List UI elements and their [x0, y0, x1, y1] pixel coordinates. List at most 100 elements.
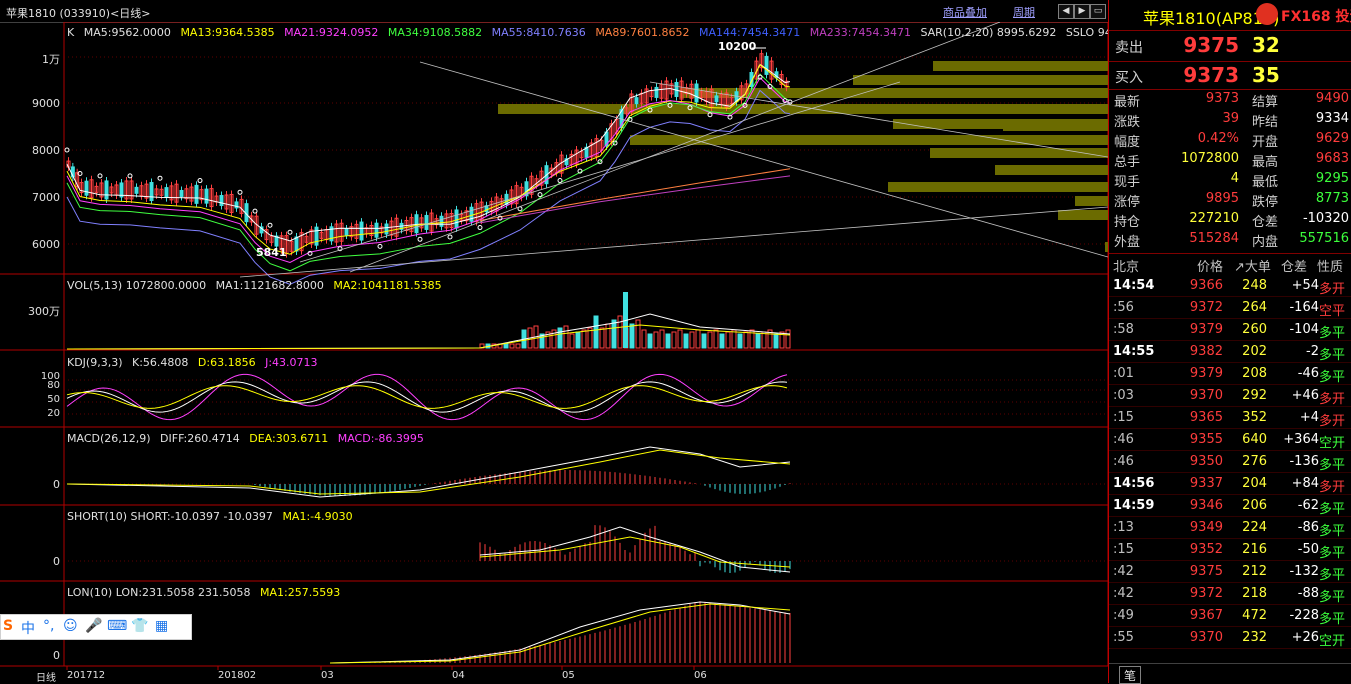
ime-toolbox-icon[interactable]: ▦ [155, 618, 168, 634]
short-ma1-label: MA1:-4.9030 [282, 510, 353, 523]
stat-value: 1072800 [1181, 151, 1239, 166]
tick-volume: 352 [1242, 410, 1267, 425]
x-axis-label: 201712 [67, 670, 106, 681]
low-annotation: 5841 [256, 246, 287, 259]
chart-toolbar: 苹果1810 (033910)<日线> 商品叠加 周期 ◀ ▶ ▭ [0, 0, 1108, 23]
k-label: K [67, 26, 75, 39]
macd-dea-label: DEA:303.6711 [249, 432, 329, 445]
stat-value: 9683 [1315, 151, 1349, 166]
tick-list[interactable]: 14:54 9366 248 +54 多开:56 9372 264 -164 空平:58 9379… [1109, 275, 1351, 650]
volume-bar [695, 329, 701, 349]
sar-dot [447, 234, 453, 240]
overlay-commodity-button[interactable]: 商品叠加 [943, 4, 987, 20]
tick-row[interactable]: :42 9375 212 -132 多平 [1109, 561, 1351, 583]
tick-row[interactable]: 14:54 9366 248 +54 多开 [1109, 275, 1351, 297]
chart-area[interactable]: K MA5:9562.0000 MA13:9364.5385 MA21:9324… [0, 22, 1136, 684]
price-axis-label: 1万 [42, 53, 60, 66]
tick-row[interactable]: :55 9370 232 +26 空开 [1109, 627, 1351, 649]
tick-price: 9379 [1189, 322, 1223, 337]
tick-row[interactable]: :49 9367 472 -228 多平 [1109, 605, 1351, 627]
restore-icon[interactable]: ▭ [1090, 4, 1106, 19]
tick-row[interactable]: :03 9370 292 +46 多开 [1109, 385, 1351, 407]
candle-body [164, 187, 169, 199]
ticks-header-price: 价格 [1197, 260, 1224, 275]
tick-row[interactable]: :46 9350 276 -136 多平 [1109, 451, 1351, 473]
stat-value: 8773 [1315, 191, 1349, 206]
stat-value: 227210 [1189, 211, 1239, 226]
tick-nature: 多平 [1319, 568, 1346, 583]
candle-body [694, 83, 699, 103]
volume-bar [563, 325, 569, 349]
tick-row[interactable]: :46 9355 640 +364 空开 [1109, 429, 1351, 451]
right-arrow-icon[interactable]: ▶ [1074, 4, 1090, 19]
tick-position-diff: -136 [1289, 454, 1319, 469]
tick-row[interactable]: 14:55 9382 202 -2 多平 [1109, 341, 1351, 363]
ime-keyboard-icon[interactable]: ⌨ [107, 618, 127, 634]
tab-ticks[interactable]: 笔 [1119, 666, 1141, 684]
tick-row[interactable]: :15 9365 352 +4 多开 [1109, 407, 1351, 429]
lon-ma1-label: MA1:257.5593 [260, 586, 341, 599]
tick-price: 9346 [1189, 498, 1223, 513]
ask-volume: 32 [1252, 33, 1280, 57]
tick-row[interactable]: :15 9352 216 -50 多平 [1109, 539, 1351, 561]
tick-price: 9370 [1189, 630, 1223, 645]
period-button[interactable]: 周期 [1013, 4, 1035, 20]
macd-value-label: MACD:-86.3995 [337, 432, 424, 445]
tick-row[interactable]: :42 9372 218 -88 多平 [1109, 583, 1351, 605]
candle-body [439, 215, 444, 227]
volume-bar [707, 331, 713, 349]
candle-body [384, 223, 389, 235]
sogou-logo-icon[interactable]: S [3, 618, 13, 634]
volume-profile-bar [1075, 196, 1108, 206]
candle-body [374, 222, 379, 238]
tick-row[interactable]: 14:59 9346 206 -62 多平 [1109, 495, 1351, 517]
short-label: SHORT(10) SHORT:-10.0397 -10.0397 [67, 510, 273, 523]
short-axis-label: 0 [53, 555, 60, 568]
ask-price[interactable]: 9375 [1173, 33, 1239, 57]
volume-profile-bar [498, 104, 1108, 114]
kdj-axis-label: 80 [47, 380, 60, 391]
stat-label: 开盘 [1252, 135, 1279, 150]
left-arrow-icon[interactable]: ◀ [1058, 4, 1074, 19]
trend-line [239, 206, 1108, 278]
macd-axis-label: 0 [53, 478, 60, 491]
ma21-label: MA21:9324.0952 [284, 26, 379, 39]
stat-label: 跌停 [1252, 195, 1279, 210]
tick-price: 9375 [1189, 564, 1223, 579]
tick-volume: 232 [1242, 630, 1267, 645]
tick-row[interactable]: :56 9372 264 -164 空平 [1109, 297, 1351, 319]
tick-row[interactable]: 14:56 9337 204 +84 多开 [1109, 473, 1351, 495]
ime-punctuation-icon[interactable]: °, [43, 618, 54, 634]
ime-voice-icon[interactable]: 🎤 [85, 618, 102, 634]
bid-price[interactable]: 9373 [1173, 63, 1239, 87]
candle-body [654, 86, 659, 98]
chart-canvas[interactable] [0, 22, 1108, 683]
ime-chinese-mode[interactable]: 中 [21, 618, 35, 638]
stat-label: 涨跌 [1114, 115, 1141, 130]
tick-time: :42 [1113, 586, 1134, 601]
stat-value: 9629 [1315, 131, 1349, 146]
tick-row[interactable]: :01 9379 208 -46 多平 [1109, 363, 1351, 385]
tick-position-diff: -164 [1289, 300, 1319, 315]
tick-position-diff: -46 [1297, 366, 1319, 381]
tick-volume: 276 [1242, 454, 1267, 469]
tick-row[interactable]: :58 9379 260 -104 多平 [1109, 319, 1351, 341]
x-axis-label: 06 [694, 670, 707, 681]
x-axis-label: 03 [321, 670, 334, 681]
tick-row[interactable]: :13 9349 224 -86 多平 [1109, 517, 1351, 539]
tick-volume: 204 [1242, 476, 1267, 491]
tick-nature: 多开 [1319, 480, 1346, 495]
kdj-d-line [66, 385, 788, 409]
kdj-j-label: J:43.0713 [265, 356, 318, 369]
volume-bar [653, 331, 659, 349]
volume-bar [785, 329, 791, 349]
ime-skin-icon[interactable]: 👕 [131, 618, 148, 634]
ime-emoji-icon[interactable]: ☺ [63, 618, 78, 634]
tick-price: 9367 [1189, 608, 1223, 623]
ime-toolbar[interactable]: S 中 °, ☺ 🎤 ⌨ 👕 ▦ [0, 614, 192, 640]
tick-time: :56 [1113, 300, 1134, 315]
tick-position-diff: +54 [1291, 278, 1319, 293]
tick-position-diff: -88 [1297, 586, 1319, 601]
tick-time: :55 [1113, 630, 1134, 645]
x-axis-label: 201802 [218, 670, 257, 681]
